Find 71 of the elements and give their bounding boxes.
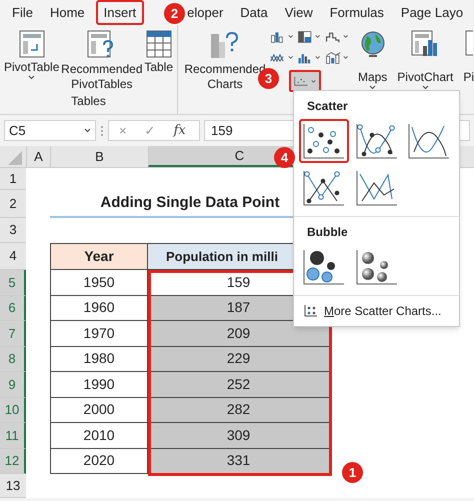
scatter-markers-icon <box>301 122 347 160</box>
caret-icon <box>342 34 348 39</box>
ribbon-button[interactable]: PivotTable <box>4 30 60 94</box>
name-box[interactable]: C5 <box>4 120 96 141</box>
table-cell: 229 <box>148 346 330 372</box>
menu-section-heading: Scatter <box>306 98 349 115</box>
pivot-chart-icon <box>411 30 440 58</box>
caret-icon <box>28 75 36 80</box>
table-cell: 2010 <box>50 423 148 448</box>
ribbon-tab[interactable]: Page Layo <box>400 2 464 22</box>
table-cell: 1970 <box>50 321 148 346</box>
row-header[interactable]: 5 <box>0 270 26 296</box>
table-cell: 252 <box>148 372 330 398</box>
ribbon-tab[interactable]: eloper <box>187 2 224 22</box>
table-cell: 282 <box>148 398 330 423</box>
row-header[interactable]: 9 <box>0 372 26 398</box>
globe-icon <box>358 30 387 58</box>
ribbon-tab[interactable]: View <box>284 2 313 22</box>
group-label: Tables <box>70 94 107 109</box>
column-heading: Year <box>50 243 148 270</box>
scatter-chart-button[interactable] <box>289 70 321 92</box>
table-cell: 2020 <box>50 448 148 474</box>
insert-function-button[interactable]: fx <box>174 120 186 140</box>
caret-icon <box>342 55 348 60</box>
caret-icon <box>310 78 316 84</box>
scatter-chart-icon <box>294 74 309 88</box>
row-header[interactable]: 10 <box>0 398 26 423</box>
caret-icon <box>315 55 321 60</box>
combo-chart-icon <box>324 50 342 66</box>
grip-icon <box>100 124 104 136</box>
row-header[interactable]: 7 <box>0 321 26 346</box>
row-header[interactable]: 6 <box>0 296 26 321</box>
caret-icon <box>315 34 321 39</box>
dropdown-icon <box>84 128 91 133</box>
row-header[interactable]: 8 <box>0 346 26 372</box>
step-badge: 2 <box>164 3 185 24</box>
column-header[interactable]: A <box>26 146 50 167</box>
table-cell: 2000 <box>50 398 148 423</box>
ribbon-tab[interactable]: Data <box>240 2 268 22</box>
table-cell: 1980 <box>50 346 148 372</box>
ribbon-button[interactable]: Pi <box>463 30 474 114</box>
row-header[interactable]: 11 <box>0 423 26 448</box>
chart-type-button[interactable] <box>297 28 321 45</box>
scatter-small-icon <box>304 305 318 317</box>
bubble-chart-icon <box>301 248 347 286</box>
table-cell: 1960 <box>50 296 148 321</box>
scatter-straight-lines-icon <box>301 169 347 207</box>
table-cell: 209 <box>148 321 330 346</box>
menu-section-heading: Bubble <box>306 224 349 241</box>
scatter-straight-icon <box>354 169 400 207</box>
ribbon-tab[interactable]: Insert <box>96 0 144 26</box>
table-cell: 1990 <box>50 372 148 398</box>
more-charts-link[interactable]: More Scatter Charts... <box>294 295 459 326</box>
ribbon-button[interactable]: Table <box>144 30 173 94</box>
chart-option[interactable] <box>299 119 349 163</box>
bubble-3d-chart-icon <box>354 248 400 286</box>
caret-icon <box>288 55 294 60</box>
table-cell: 309 <box>148 423 330 448</box>
caret-icon <box>288 34 294 39</box>
scatter-smooth-lines-icon <box>354 122 400 160</box>
pivot-table-icon <box>18 30 45 58</box>
caret-icon <box>422 85 429 90</box>
row-header[interactable]: 12 <box>0 448 26 474</box>
chart-type-button[interactable] <box>324 49 348 66</box>
ribbon-tab[interactable]: File <box>12 2 33 22</box>
table-icon <box>146 30 172 58</box>
table-cell: 1950 <box>50 270 148 296</box>
ribbon-tab[interactable]: Home <box>50 2 85 22</box>
ribbon-tab[interactable]: Formulas <box>330 2 384 22</box>
table-cell: 331 <box>148 448 330 474</box>
caret-icon <box>369 85 376 90</box>
